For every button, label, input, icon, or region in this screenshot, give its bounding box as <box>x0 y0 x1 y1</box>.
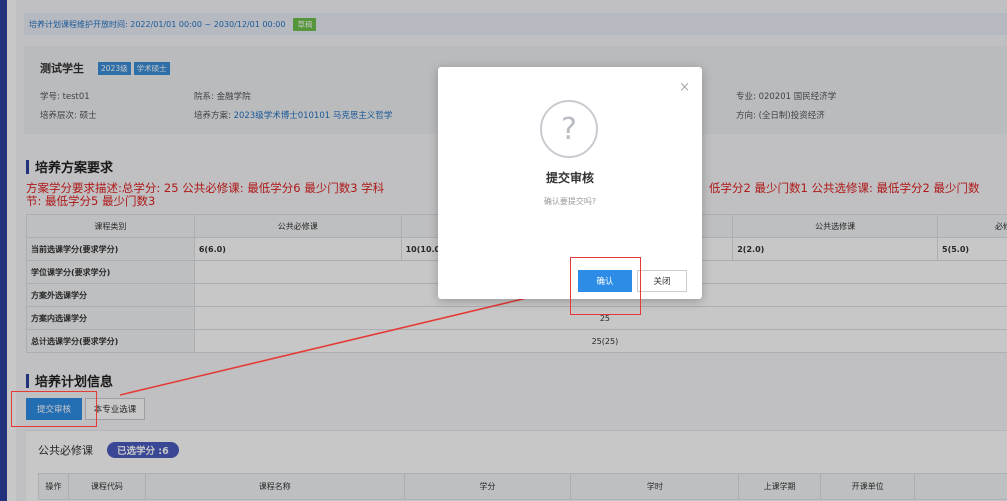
dialog-title: 提交审核 <box>545 171 594 185</box>
annotation-arrow-line <box>119 292 549 396</box>
question-icon: ? <box>540 100 598 158</box>
close-button[interactable]: 关闭 <box>637 270 687 292</box>
close-icon[interactable]: × <box>679 81 690 94</box>
dialog-message: 确认要提交吗? <box>543 197 597 206</box>
highlight-submit-box <box>11 391 97 427</box>
question-glyph: ? <box>561 111 577 147</box>
highlight-confirm-box <box>570 257 641 315</box>
